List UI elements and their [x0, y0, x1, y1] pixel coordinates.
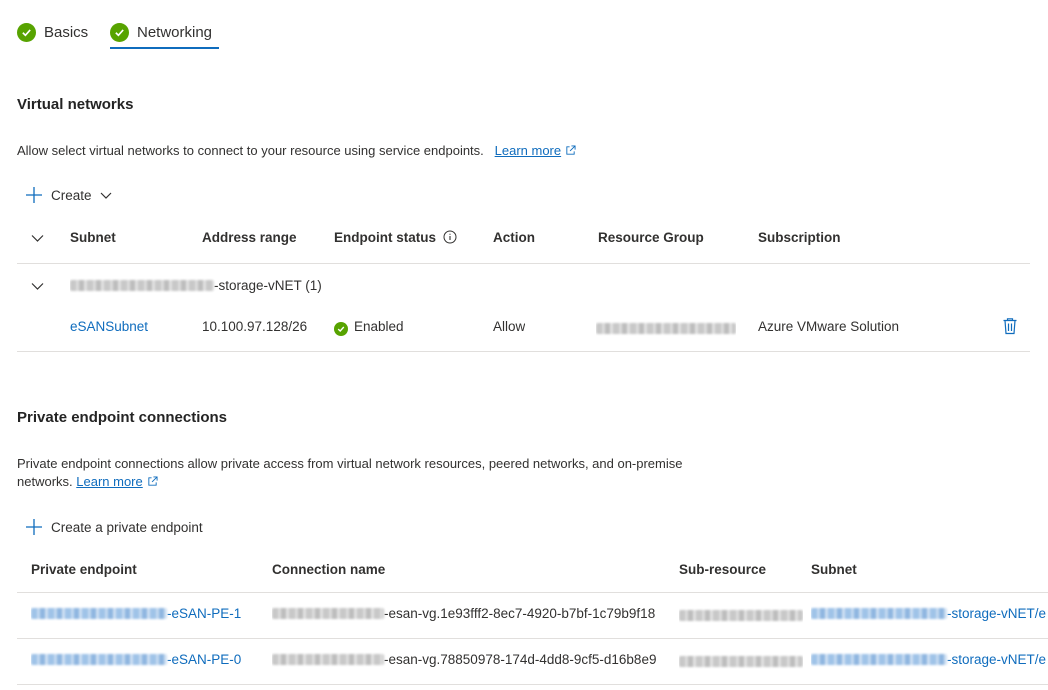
collapse-all-chevron-icon[interactable] — [30, 232, 45, 245]
column-header-action: Action — [493, 230, 535, 245]
check-circle-icon — [110, 22, 129, 42]
tab-basics[interactable]: Basics — [17, 20, 88, 44]
redacted-text — [31, 608, 167, 619]
action-value: Allow — [493, 319, 526, 334]
redacted-text — [679, 656, 803, 667]
redacted-text — [272, 654, 384, 665]
divider — [17, 684, 1048, 685]
divider — [17, 351, 1030, 352]
redacted-text — [31, 654, 167, 665]
vnet-group-row[interactable]: -storage-vNET (1) — [70, 278, 322, 293]
column-header-subnet: Subnet — [70, 230, 116, 245]
tab-networking[interactable]: Networking — [110, 20, 212, 44]
subscription-value: Azure VMware Solution — [758, 319, 900, 334]
create-private-endpoint-label: Create a private endpoint — [51, 519, 203, 535]
column-header-address-range: Address range — [202, 230, 297, 245]
column-header-sub-resource: Sub-resource — [679, 562, 767, 577]
redacted-text — [811, 608, 947, 619]
create-private-endpoint-button[interactable]: Create a private endpoint — [25, 518, 203, 536]
column-header-resource-group: Resource Group — [598, 230, 704, 245]
column-header-connection-name: Connection name — [272, 562, 386, 577]
divider — [17, 592, 1048, 593]
private-endpoint-name: -eSAN-PE-0 — [167, 652, 242, 667]
redacted-text — [679, 610, 803, 621]
private-endpoint-link[interactable]: -eSAN-PE-0 — [31, 652, 263, 667]
connection-name-value: -esan-vg.1e93fff2-8ec7-4920-b7bf-1c79b9f… — [272, 606, 668, 621]
column-header-label: Endpoint status — [334, 230, 436, 245]
subnet-link[interactable]: eSANSubnet — [70, 319, 148, 334]
description-text: Allow select virtual networks to connect… — [17, 143, 484, 158]
subnet-name: -storage-vNET/e — [947, 652, 1047, 667]
external-link-icon — [566, 145, 576, 155]
column-header-subnet: Subnet — [811, 562, 857, 577]
redacted-text — [70, 280, 214, 291]
check-circle-icon — [17, 22, 36, 42]
description-text-line2: networks. — [17, 474, 73, 489]
info-icon[interactable] — [443, 230, 457, 244]
plus-icon — [26, 187, 42, 203]
redacted-text — [811, 654, 947, 665]
subnet-link[interactable]: -storage-vNET/e — [811, 652, 1048, 667]
column-header-endpoint-status: Endpoint status — [334, 230, 457, 245]
redacted-text — [596, 323, 736, 334]
external-link-icon — [148, 476, 158, 486]
section-heading-virtual-networks: Virtual networks — [17, 96, 134, 113]
tab-label: Networking — [137, 23, 213, 41]
address-range-value: 10.100.97.128/26 — [202, 319, 308, 334]
description-text-line1: Private endpoint connections allow priva… — [17, 456, 683, 471]
vnet-group-label: -storage-vNET (1) — [214, 278, 322, 293]
redacted-text — [272, 608, 384, 619]
group-expand-chevron-icon[interactable] — [30, 280, 45, 293]
subnet-link[interactable]: -storage-vNET/e — [811, 606, 1048, 621]
active-tab-indicator — [110, 47, 219, 49]
section-heading-private-endpoints: Private endpoint connections — [17, 409, 228, 426]
divider — [17, 638, 1048, 639]
section-description: Allow select virtual networks to connect… — [17, 142, 576, 160]
endpoint-status-label: Enabled — [354, 319, 404, 334]
section-description: Private endpoint connections allow priva… — [17, 455, 777, 491]
plus-icon — [26, 519, 42, 535]
private-endpoint-name: -eSAN-PE-1 — [167, 606, 242, 621]
subnet-name: -storage-vNET/e — [947, 606, 1047, 621]
divider — [17, 263, 1030, 264]
connection-name-value: -esan-vg.78850978-174d-4dd8-9cf5-d16b8e9 — [272, 652, 668, 667]
learn-more-link[interactable]: Learn more — [76, 474, 142, 489]
sub-resource-value — [679, 608, 803, 623]
create-button[interactable]: Create — [25, 186, 113, 204]
success-check-icon — [334, 322, 348, 336]
tab-label: Basics — [44, 23, 89, 41]
private-endpoint-link[interactable]: -eSAN-PE-1 — [31, 606, 263, 621]
connection-name-text: -esan-vg.1e93fff2-8ec7-4920-b7bf-1c79b9f… — [384, 606, 656, 621]
sub-resource-value — [679, 654, 803, 669]
learn-more-link[interactable]: Learn more — [495, 143, 561, 158]
column-header-private-endpoint: Private endpoint — [31, 562, 137, 577]
column-header-subscription: Subscription — [758, 230, 841, 245]
chevron-down-icon — [100, 192, 111, 199]
connection-name-text: -esan-vg.78850978-174d-4dd8-9cf5-d16b8e9 — [384, 652, 657, 667]
delete-trash-icon[interactable] — [1002, 317, 1018, 335]
resource-group-value — [596, 321, 736, 336]
create-label: Create — [51, 187, 92, 203]
endpoint-status: Enabled — [334, 319, 404, 336]
